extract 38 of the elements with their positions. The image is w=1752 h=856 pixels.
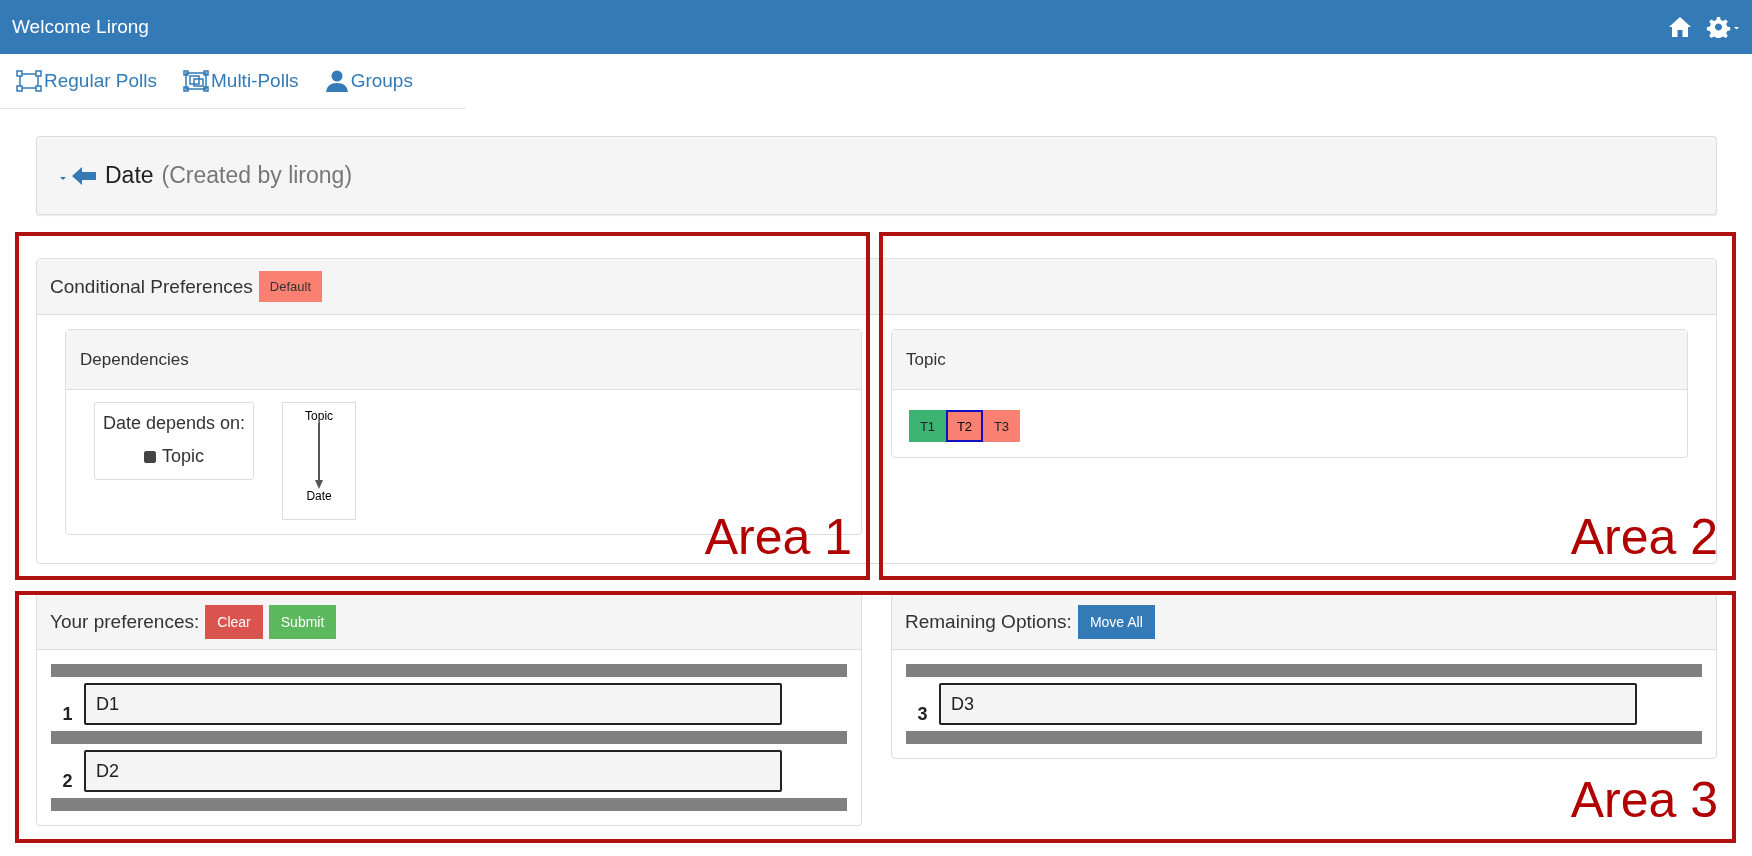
annotation-label: Area 3 (1570, 771, 1718, 829)
annotation-label: Area 2 (1570, 508, 1718, 566)
overlapping-squares-icon (183, 70, 209, 92)
option-item[interactable]: D1 (84, 683, 782, 725)
panel-title: Remaining Options: (905, 610, 1072, 633)
panel-title: Conditional Preferences (50, 275, 253, 298)
option-item[interactable]: D3 (939, 683, 1637, 725)
checkbox[interactable] (144, 450, 157, 463)
arrow (315, 423, 324, 489)
rank-number: 2 (61, 771, 74, 792)
rank-number: 1 (61, 704, 74, 725)
panel-title: Dependencies (66, 330, 861, 390)
creator-label: (Created by lirong) (161, 162, 353, 189)
value-chip[interactable]: T2 (946, 410, 983, 442)
nav-link[interactable]: Multi-Polls (183, 70, 299, 92)
back-arrow-icon[interactable] (71, 164, 97, 187)
checkbox-label: Topic (162, 446, 205, 467)
home-icon[interactable] (1668, 16, 1692, 38)
vector-square-icon (16, 70, 42, 92)
welcome-title: Welcome Lirong (12, 16, 150, 38)
settings-icon[interactable] (1706, 16, 1740, 38)
nav-link[interactable]: Groups (324, 70, 413, 92)
value-chip[interactable]: T3 (983, 410, 1020, 442)
node-label: Topic (305, 409, 334, 423)
panel-title: Your preferences: (50, 610, 200, 633)
rank-number: 3 (916, 704, 929, 725)
action-button[interactable]: Clear (205, 604, 263, 639)
panel-title: Topic (892, 330, 1687, 390)
dependency-label: Date depends on: (103, 413, 246, 434)
action-button[interactable]: Move All (1077, 604, 1155, 639)
default-badge: Default (258, 271, 322, 302)
user-icon (324, 70, 349, 92)
annotation-label: Area 1 (704, 508, 852, 566)
node-label: Date (306, 489, 332, 503)
option-item[interactable]: D2 (84, 750, 782, 792)
poll-title: Date (105, 162, 154, 189)
value-chip[interactable]: T1 (909, 410, 946, 442)
nav-link[interactable]: Regular Polls (16, 70, 157, 92)
